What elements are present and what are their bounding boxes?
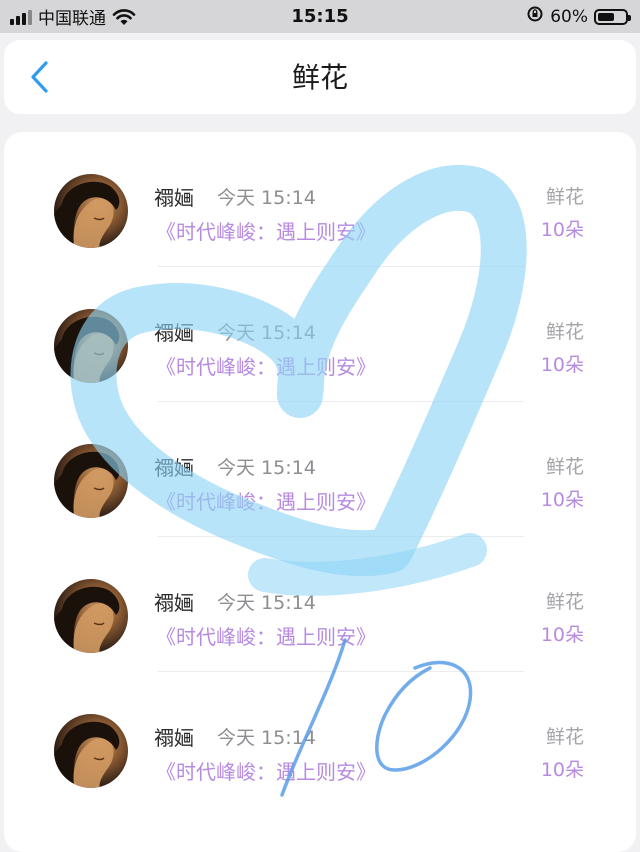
avatar[interactable] [54,714,128,788]
battery-percent: 60% [550,6,588,27]
list-item[interactable]: 禤婳 今天 15:14 《时代峰峻：遇上则安》 鲜花 10朵 [4,537,636,672]
gift-count: 10朵 [540,624,584,646]
list-item[interactable]: 禤婳 今天 15:14 《时代峰峻：遇上则安》 鲜花 10朵 [4,672,636,807]
gift-type: 鲜花 [545,726,584,748]
list-item[interactable]: 禤婳 今天 15:14 《时代峰峻：遇上则安》 鲜花 10朵 [4,402,636,537]
gift-type: 鲜花 [545,321,584,343]
book-title-link[interactable]: 《时代峰峻：遇上则安》 [156,756,376,785]
book-title-link[interactable]: 《时代峰峻：遇上则安》 [156,216,376,245]
gift-count: 10朵 [540,759,584,781]
gift-type: 鲜花 [545,456,584,478]
book-title-link[interactable]: 《时代峰峻：遇上则安》 [156,621,376,650]
list-item[interactable]: 禤婳 今天 15:14 《时代峰峻：遇上则安》 鲜花 10朵 [4,132,636,267]
gift-time: 今天 15:14 [217,187,316,209]
sender-name: 禤婳 [154,456,194,480]
gift-type: 鲜花 [545,186,584,208]
status-right: 60% [526,0,631,33]
sender-name: 禤婳 [154,726,194,750]
book-title-link[interactable]: 《时代峰峻：遇上则安》 [156,486,376,515]
avatar[interactable] [54,579,128,653]
status-bar: 中国联通 15:15 60% [0,0,640,33]
gift-type: 鲜花 [545,591,584,613]
avatar[interactable] [54,174,128,248]
avatar[interactable] [54,309,128,383]
battery-icon [594,8,631,25]
avatar[interactable] [54,444,128,518]
gift-time: 今天 15:14 [217,727,316,749]
sender-name: 禤婳 [154,591,194,615]
gift-count: 10朵 [540,489,584,511]
page-title: 鲜花 [291,61,348,94]
flower-records-list: 禤婳 今天 15:14 《时代峰峻：遇上则安》 鲜花 10朵 禤婳 今天 15:14 《时代峰… [4,132,636,852]
gift-count: 10朵 [540,354,584,376]
sender-name: 禤婳 [154,321,194,345]
nav-bar: 鲜花 [4,40,636,114]
list-item[interactable]: 禤婳 今天 15:14 《时代峰峻：遇上则安》 鲜花 10朵 [4,267,636,402]
gift-time: 今天 15:14 [217,592,316,614]
orientation-lock-icon [526,5,544,28]
book-title-link[interactable]: 《时代峰峻：遇上则安》 [156,351,376,380]
gift-time: 今天 15:14 [217,322,316,344]
sender-name: 禤婳 [154,186,194,210]
gift-count: 10朵 [540,219,584,241]
battery-level [598,12,614,21]
gift-time: 今天 15:14 [217,457,316,479]
